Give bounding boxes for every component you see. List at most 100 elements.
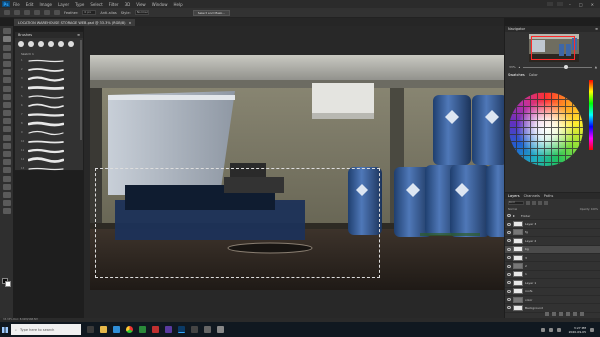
frame-tool-icon[interactable] bbox=[2, 69, 11, 76]
visibility-eye-icon[interactable] bbox=[507, 247, 511, 251]
move-tool-icon[interactable] bbox=[2, 28, 11, 35]
layer-row[interactable]: fg bbox=[505, 229, 600, 238]
layer-row[interactable]: 3 bbox=[505, 254, 600, 263]
zoom-value[interactable]: 33% bbox=[509, 65, 516, 69]
new-layer-icon[interactable] bbox=[573, 312, 577, 316]
layer-row[interactable]: color bbox=[505, 296, 600, 305]
filter-pixel-icon[interactable] bbox=[526, 201, 530, 205]
tray-chevron-icon[interactable] bbox=[540, 327, 545, 332]
menu-select[interactable]: Select bbox=[90, 2, 102, 7]
visibility-eye-icon[interactable] bbox=[507, 239, 511, 243]
marquee-tool-preset-icon[interactable] bbox=[14, 10, 20, 15]
file-explorer-icon[interactable] bbox=[100, 326, 107, 333]
brush-preset-dot[interactable] bbox=[48, 41, 54, 47]
workspace-icon[interactable] bbox=[556, 2, 563, 6]
layer-row[interactable]: Layer 2 bbox=[505, 237, 600, 246]
layer-row[interactable]: bg bbox=[505, 245, 600, 254]
network-icon[interactable] bbox=[548, 327, 553, 332]
brush-preset-dot[interactable] bbox=[38, 41, 44, 47]
zoom-slider-knob[interactable] bbox=[564, 64, 569, 69]
rectangular-marquee-tool-icon[interactable] bbox=[2, 36, 11, 43]
blend-mode-select[interactable]: Normal bbox=[508, 207, 517, 212]
visibility-eye-icon[interactable] bbox=[507, 272, 511, 276]
layer-row[interactable]: 2 bbox=[505, 262, 600, 271]
brush-stroke-item[interactable]: 8 bbox=[15, 119, 83, 128]
close-tab-icon[interactable]: × bbox=[128, 21, 131, 25]
eyedropper-tool-icon[interactable] bbox=[2, 77, 11, 84]
dodge-tool-icon[interactable] bbox=[2, 142, 11, 149]
zoom-slider[interactable] bbox=[523, 64, 592, 69]
navigator-view-box[interactable] bbox=[531, 36, 575, 60]
brush-stroke-item[interactable]: 13 bbox=[15, 164, 83, 173]
style-select[interactable]: Normal bbox=[134, 10, 149, 15]
minimize-icon[interactable]: – bbox=[569, 2, 571, 7]
home-icon[interactable] bbox=[4, 10, 10, 15]
brush-stroke-item[interactable]: 4 bbox=[15, 83, 83, 92]
close-icon[interactable]: ✕ bbox=[591, 2, 594, 7]
blur-tool-icon[interactable] bbox=[2, 134, 11, 141]
layer-row[interactable]: ▸ Folder bbox=[505, 212, 600, 221]
document-tab[interactable]: LOCATION WAREHOUSE STORAGE WEB.psd @ 33.… bbox=[14, 19, 136, 26]
zoom-out-icon[interactable]: ▴ bbox=[519, 65, 521, 69]
brush-stroke-item[interactable]: 12 bbox=[15, 155, 83, 164]
menu-image[interactable]: Image bbox=[39, 2, 52, 7]
menu-file[interactable]: File bbox=[13, 2, 20, 7]
add-mask-icon[interactable] bbox=[559, 312, 563, 316]
subtract-selection-icon[interactable] bbox=[44, 10, 50, 15]
select-and-mask-button[interactable]: Select and Mask... bbox=[192, 9, 231, 16]
rectangle-tool-icon[interactable] bbox=[2, 175, 11, 182]
lasso-tool-icon[interactable] bbox=[2, 44, 11, 51]
brush-stroke-item[interactable]: 1 bbox=[15, 56, 83, 65]
hand-tool-icon[interactable] bbox=[2, 183, 11, 190]
menu-layer[interactable]: Layer bbox=[58, 2, 69, 7]
link-layers-icon[interactable] bbox=[545, 312, 549, 316]
tab-channels[interactable]: Channels bbox=[524, 193, 540, 199]
panel-menu-icon[interactable]: ≡ bbox=[77, 32, 80, 38]
crop-tool-icon[interactable] bbox=[2, 60, 11, 67]
brush-preset-dot[interactable] bbox=[28, 41, 34, 47]
brush-preset-dot[interactable] bbox=[58, 41, 64, 47]
layer-style-icon[interactable] bbox=[552, 312, 556, 316]
tab-layers[interactable]: Layers bbox=[508, 193, 520, 199]
visibility-eye-icon[interactable] bbox=[507, 264, 511, 268]
clone-stamp-tool-icon[interactable] bbox=[2, 101, 11, 108]
brush-preset-dot[interactable] bbox=[68, 41, 74, 47]
background-color-swatch[interactable] bbox=[5, 281, 11, 287]
menu-type[interactable]: Type bbox=[75, 2, 84, 7]
path-selection-tool-icon[interactable] bbox=[2, 167, 11, 174]
media-app-icon[interactable] bbox=[152, 326, 159, 333]
menu-3d[interactable]: 3D bbox=[125, 2, 131, 7]
discord-icon[interactable] bbox=[165, 326, 172, 333]
panel-menu-icon[interactable]: ≡ bbox=[595, 26, 598, 32]
hue-slider[interactable] bbox=[589, 80, 593, 150]
app-icon[interactable] bbox=[217, 326, 224, 333]
volume-icon[interactable] bbox=[556, 327, 561, 332]
layer-row[interactable]: 1 bbox=[505, 271, 600, 280]
layer-kind-filter[interactable]: Kind bbox=[508, 201, 524, 205]
brush-stroke-item[interactable]: 6 bbox=[15, 101, 83, 110]
menu-edit[interactable]: Edit bbox=[26, 2, 34, 7]
visibility-eye-icon[interactable] bbox=[507, 306, 511, 310]
brush-stroke-item[interactable]: 11 bbox=[15, 146, 83, 155]
menu-help[interactable]: Help bbox=[173, 2, 182, 7]
brush-stroke-item[interactable]: 9 bbox=[15, 128, 83, 137]
edge-browser-icon[interactable] bbox=[113, 326, 120, 333]
new-selection-icon[interactable] bbox=[24, 10, 30, 15]
visibility-eye-icon[interactable] bbox=[507, 298, 511, 302]
brush-preset-dot[interactable] bbox=[18, 41, 24, 47]
delete-layer-icon[interactable] bbox=[580, 312, 584, 316]
intersect-selection-icon[interactable] bbox=[54, 10, 60, 15]
edit-toolbar-icon[interactable] bbox=[2, 208, 11, 215]
tab-paths[interactable]: Paths bbox=[544, 193, 554, 199]
quick-selection-tool-icon[interactable] bbox=[2, 52, 11, 59]
feather-input[interactable]: 0 px bbox=[82, 10, 97, 15]
app-icon[interactable] bbox=[191, 326, 198, 333]
layer-row[interactable]: Layer 3 bbox=[505, 220, 600, 229]
brush-stroke-item[interactable]: 3 bbox=[15, 74, 83, 83]
visibility-eye-icon[interactable] bbox=[507, 214, 511, 218]
start-button[interactable] bbox=[0, 322, 10, 337]
layer-row[interactable]: roofs bbox=[505, 288, 600, 296]
tab-swatches[interactable]: Swatches bbox=[508, 72, 525, 78]
more-tools-icon[interactable] bbox=[2, 200, 11, 207]
visibility-eye-icon[interactable] bbox=[507, 222, 511, 226]
